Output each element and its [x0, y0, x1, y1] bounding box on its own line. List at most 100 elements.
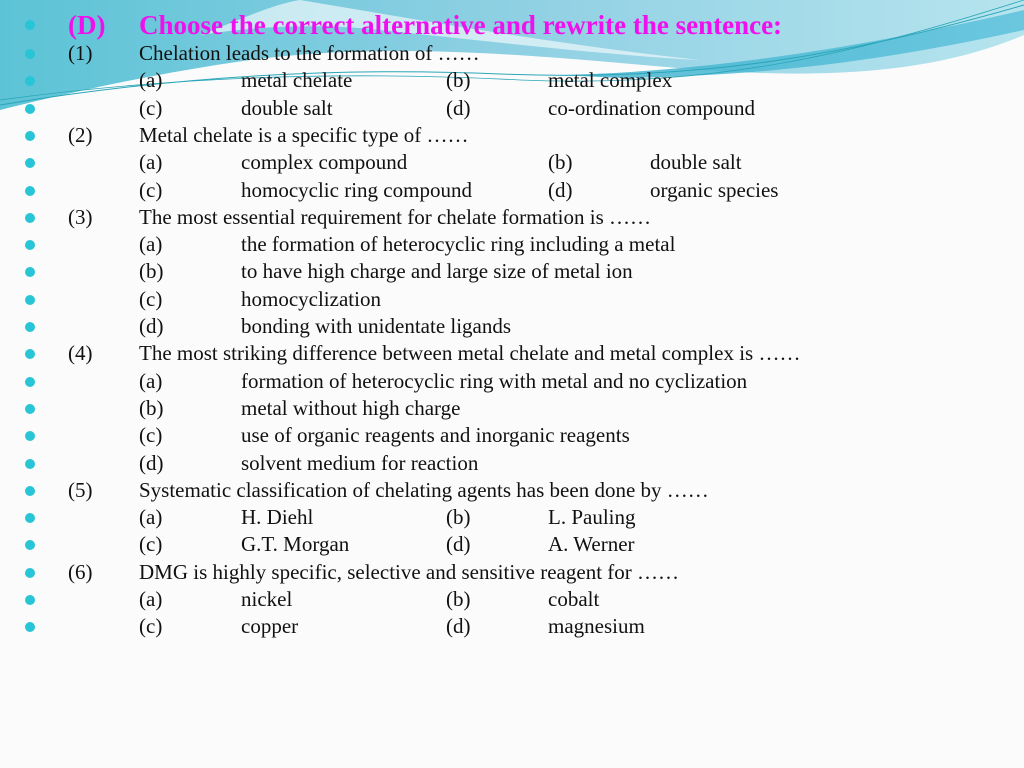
bullet-icon	[25, 322, 35, 332]
option-text: L. Pauling	[548, 505, 636, 530]
bullet-icon	[25, 349, 35, 360]
option-text: use of organic reagents and inorganic re…	[241, 423, 630, 448]
question-number: (5)	[68, 477, 93, 502]
option-label: (a)	[139, 68, 163, 93]
option-label: (d)	[139, 450, 164, 475]
option-text: metal without high charge	[241, 395, 461, 420]
bullet-icon	[25, 240, 35, 251]
option-text: H. Diehl	[241, 505, 314, 530]
option-label: (b)	[548, 150, 573, 175]
question-text: Chelation leads to the formation of ……	[139, 41, 480, 65]
question-row: (5) Systematic classification of chelatin…	[0, 478, 1024, 505]
option-label: (a)	[139, 505, 163, 530]
option-row: (c) homocyclization	[0, 287, 1024, 314]
option-row: (b) metal without high charge	[0, 396, 1024, 423]
slide-content: (D) Choose the correct alternative and re…	[0, 0, 1024, 768]
bullet-icon	[25, 76, 35, 87]
question-text: DMG is highly specific, selective and se…	[139, 559, 680, 584]
option-label: (c)	[139, 286, 163, 311]
option-text: cobalt	[548, 587, 600, 611]
bullet-icon	[25, 130, 35, 141]
option-text: metal chelate	[241, 68, 353, 93]
option-row: (c) G.T. Morgan (d) A. Werner	[0, 532, 1024, 559]
option-row: (c) homocyclic ring compound (d) organic sp…	[0, 178, 1024, 205]
option-row: (a) formation of heterocyclic ring with m…	[0, 369, 1024, 396]
question-row: (2) Metal chelate is a specific type of ……	[0, 123, 1024, 150]
bullet-icon	[25, 49, 35, 59]
question-text: Metal chelate is a specific type of ……	[139, 122, 469, 147]
option-label: (d)	[548, 177, 573, 202]
option-label: (b)	[139, 395, 164, 420]
bullet-icon	[25, 158, 35, 169]
bullet-icon	[25, 458, 35, 469]
option-text: metal complex	[548, 68, 673, 93]
question-row: (4) The most striking difference between …	[0, 341, 1024, 368]
option-text: double salt	[650, 150, 742, 175]
option-row: (b) to have high charge and large size of…	[0, 259, 1024, 286]
option-text: copper	[241, 614, 299, 639]
option-label: (a)	[139, 587, 163, 611]
option-text: to have high charge and large size of me…	[241, 259, 633, 284]
question-text: The most striking difference between met…	[139, 341, 801, 366]
bullet-icon	[25, 103, 35, 114]
bullet-icon	[25, 267, 35, 278]
question-row: (6) DMG is highly specific, selective and…	[0, 560, 1024, 587]
bullet-icon	[25, 540, 35, 551]
bullet-icon	[25, 485, 35, 496]
option-text: co-ordination compound	[548, 95, 756, 120]
question-row: (1) Chelation leads to the formation of ……	[0, 41, 1024, 68]
option-row: (a) the formation of heterocyclic ring in…	[0, 232, 1024, 259]
question-text: The most essential requirement for chela…	[139, 204, 652, 229]
question-number: (4)	[68, 341, 93, 366]
question-number: (1)	[68, 41, 93, 65]
question-text: Systematic classification of chelating a…	[139, 477, 709, 502]
question-number: (6)	[68, 559, 93, 584]
option-text: homocyclization	[241, 286, 381, 311]
option-label: (a)	[139, 368, 163, 393]
bullet-icon	[25, 185, 35, 196]
option-label: (b)	[446, 505, 471, 530]
option-row: (c) double salt (d) co-ordination compound	[0, 96, 1024, 123]
option-label: (c)	[139, 95, 163, 120]
option-label: (a)	[139, 232, 163, 257]
option-text: bonding with unidentate ligands	[241, 314, 512, 338]
option-label: (b)	[139, 259, 164, 284]
section-number: (D)	[68, 10, 106, 40]
option-text: homocyclic ring compound	[241, 177, 472, 202]
option-label: (a)	[139, 150, 163, 175]
bullet-icon	[25, 20, 35, 30]
option-text: magnesium	[548, 614, 645, 639]
option-row: (d) bonding with unidentate ligands	[0, 314, 1024, 341]
bullet-icon	[25, 622, 35, 633]
option-row: (c) copper (d) magnesium	[0, 614, 1024, 641]
option-row: (d) solvent medium for reaction	[0, 451, 1024, 478]
option-label: (c)	[139, 614, 163, 639]
option-label: (d)	[446, 614, 471, 639]
option-text: the formation of heterocyclic ring inclu…	[241, 232, 676, 257]
option-text: G.T. Morgan	[241, 532, 350, 557]
option-text: formation of heterocyclic ring with meta…	[241, 368, 748, 393]
option-text: complex compound	[241, 150, 408, 175]
option-label: (c)	[139, 532, 163, 557]
option-row: (a) nickel (b) cobalt	[0, 587, 1024, 614]
option-row: (a) H. Diehl (b) L. Pauling	[0, 505, 1024, 532]
option-label: (b)	[446, 68, 471, 93]
option-label: (d)	[139, 314, 164, 338]
bullet-icon	[25, 212, 35, 223]
option-row: (c) use of organic reagents and inorganic…	[0, 423, 1024, 450]
option-label: (c)	[139, 423, 163, 448]
option-text: solvent medium for reaction	[241, 450, 479, 475]
bullet-icon	[25, 595, 35, 605]
option-row: (a) complex compound (b) double salt	[0, 150, 1024, 177]
question-row: (3) The most essential requirement for ch…	[0, 205, 1024, 232]
option-text: A. Werner	[548, 532, 635, 557]
option-text: double salt	[241, 95, 333, 120]
bullet-icon	[25, 513, 35, 524]
heading-row: (D) Choose the correct alternative and re…	[0, 10, 1024, 40]
bullet-icon	[25, 431, 35, 442]
bullet-icon	[25, 403, 35, 414]
section-title: Choose the correct alternative and rewri…	[139, 10, 783, 40]
option-label: (b)	[446, 587, 471, 611]
question-number: (2)	[68, 122, 93, 147]
question-number: (3)	[68, 204, 93, 229]
